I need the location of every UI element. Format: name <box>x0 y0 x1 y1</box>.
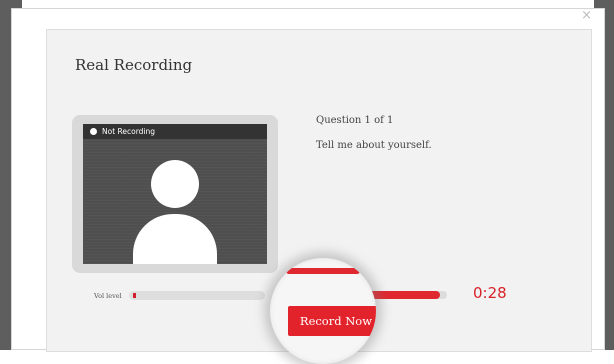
question-prompt: Tell me about yourself. <box>316 140 432 151</box>
status-dot-icon <box>90 128 97 135</box>
volume-meter-fill <box>133 293 136 298</box>
timer-display: 0:28 <box>473 284 507 302</box>
volume-label: Vol level <box>94 292 122 300</box>
recording-status-text: Not Recording <box>102 127 156 136</box>
spotlight-progress-bar <box>286 268 360 274</box>
modal-title: Real Recording <box>75 56 193 74</box>
magnifier-spotlight: Record Now <box>270 258 376 364</box>
volume-meter <box>129 291 265 300</box>
question-counter: Question 1 of 1 <box>316 115 394 126</box>
recording-status-bar: Not Recording <box>83 124 267 139</box>
camera-preview-frame: Not Recording <box>72 115 278 273</box>
close-icon[interactable]: × <box>581 8 592 24</box>
user-silhouette-body-icon <box>133 214 217 264</box>
record-now-button[interactable]: Record Now <box>288 306 376 336</box>
user-silhouette-icon <box>151 160 199 208</box>
camera-preview: Not Recording <box>83 124 267 264</box>
